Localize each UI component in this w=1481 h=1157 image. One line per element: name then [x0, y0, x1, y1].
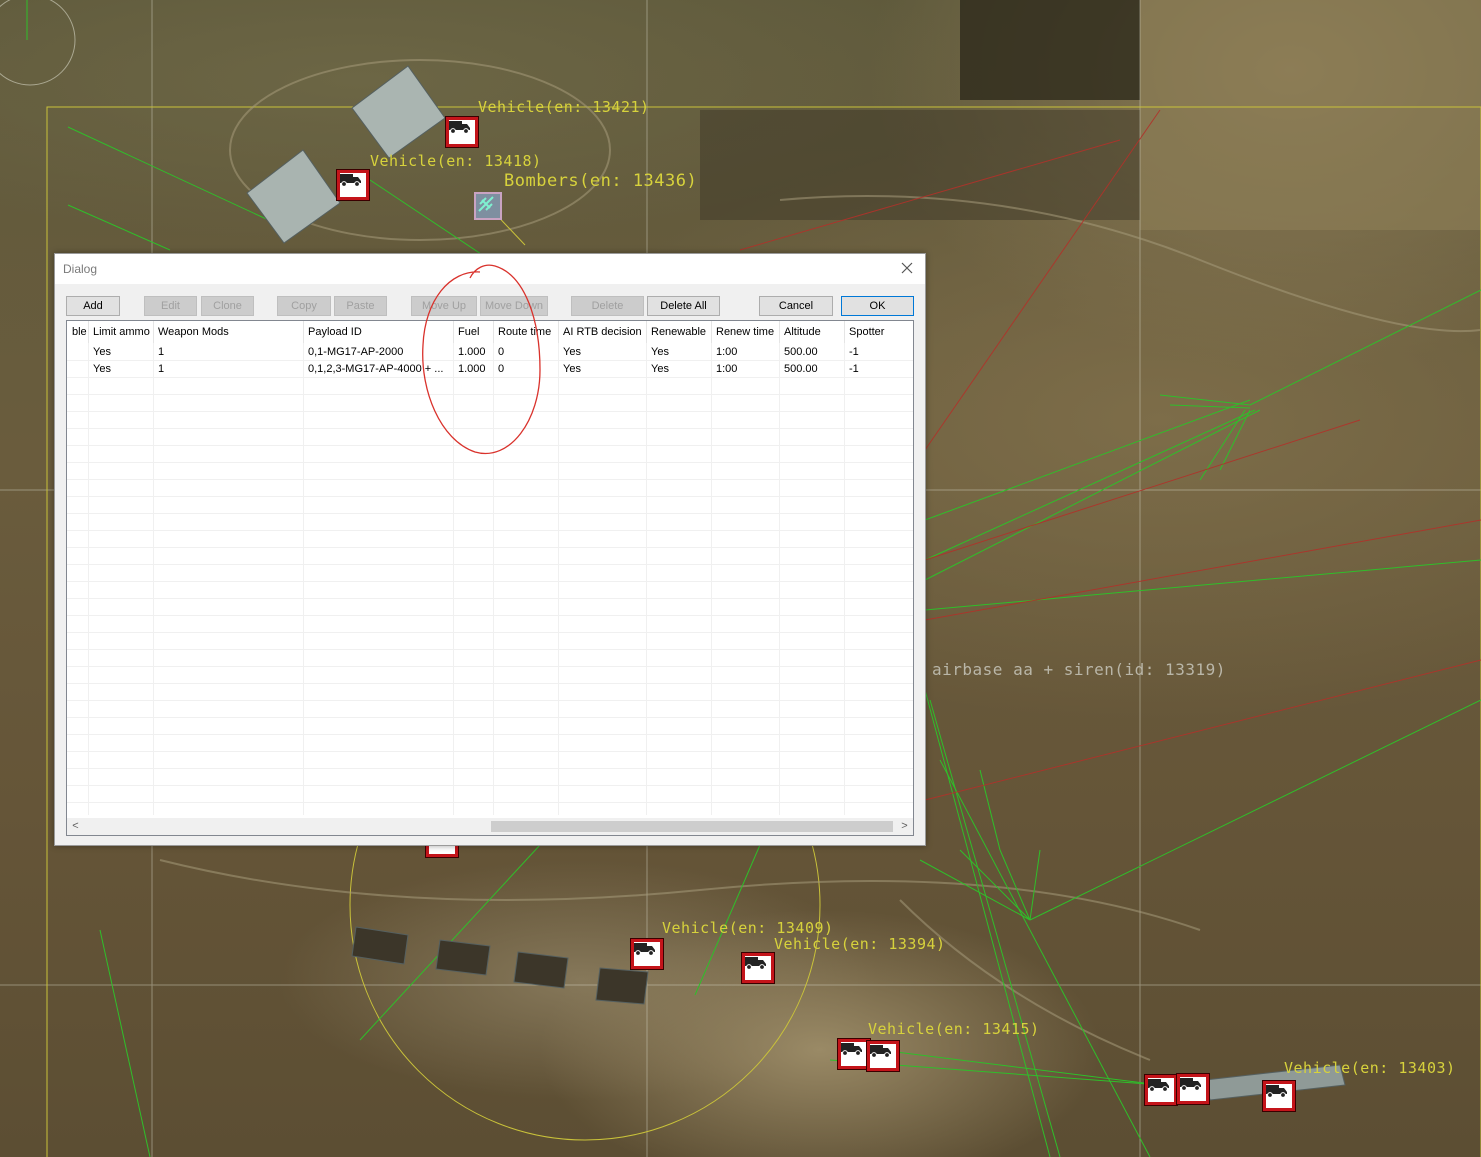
column-header-ble[interactable]: ble [67, 321, 88, 343]
dialog-titlebar[interactable]: Dialog [55, 254, 925, 284]
bomber-unit-icon[interactable] [474, 192, 502, 220]
paste-button[interactable]: Paste [334, 296, 387, 316]
delete-all-button[interactable]: Delete All [647, 296, 720, 316]
vehicle-unit-icon[interactable] [337, 170, 369, 200]
cell-spotter: -1 [849, 363, 859, 375]
dialog-window: Dialog Add Edit Clone Copy Paste Move Up… [54, 253, 926, 846]
scroll-right-arrow-icon[interactable]: > [896, 818, 913, 835]
edit-button[interactable]: Edit [144, 296, 197, 316]
map-label-vehicle-overlap-a: Vehicle(en: 13415) [868, 1020, 1040, 1038]
vehicle-unit-icon[interactable] [631, 939, 663, 969]
cell-payload-id: 0,1-MG17-AP-2000 [308, 346, 404, 358]
column-header-renewable[interactable]: Renewable [646, 321, 711, 343]
copy-button[interactable]: Copy [277, 296, 331, 316]
cell-ai-rtb-decision: Yes [563, 363, 581, 375]
cancel-button[interactable]: Cancel [759, 296, 833, 316]
column-header-weapon-mods[interactable]: Weapon Mods [153, 321, 303, 343]
cell-route-time: 0 [498, 346, 505, 358]
truck-icon [870, 1045, 891, 1058]
data-grid[interactable]: ble Limit ammo Weapon Mods Payload ID Fu… [66, 320, 914, 836]
vehicle-unit-icon[interactable] [742, 953, 774, 983]
truck-icon [1148, 1079, 1169, 1092]
truck-icon [841, 1043, 862, 1056]
truck-icon [1180, 1078, 1201, 1091]
truck-icon [634, 943, 655, 956]
vehicle-unit-icon[interactable] [867, 1041, 899, 1071]
move-down-button[interactable]: Move Down [480, 296, 548, 316]
close-icon [901, 262, 913, 274]
vehicle-unit-icon[interactable] [1263, 1081, 1295, 1111]
vehicle-unit-icon[interactable] [446, 117, 478, 147]
cell-weapon-mods: 1 [158, 363, 165, 375]
cell-altitude: 500.00 [784, 346, 818, 358]
map-label-bombers: Bombers(en: 13436) [504, 171, 698, 191]
clone-button[interactable]: Clone [201, 296, 254, 316]
column-header-limit-ammo[interactable]: Limit ammo [88, 321, 153, 343]
cell-spotter: -1 [849, 346, 859, 358]
add-button[interactable]: Add [66, 296, 120, 316]
map-label-airbase: airbase aa + siren(id: 13319) [932, 660, 1226, 679]
scrollbar-thumb[interactable] [491, 821, 893, 832]
move-up-button[interactable]: Move Up [411, 296, 477, 316]
cell-limit-ammo: Yes [93, 363, 111, 375]
map-label-vehicle-13421: Vehicle(en: 13421) [478, 98, 650, 116]
ok-button[interactable]: OK [841, 296, 914, 316]
column-header-spotter[interactable]: Spotter [844, 321, 913, 343]
map-label-vehicle-overlap-b: Vehicle(en: 13403) [1284, 1059, 1456, 1077]
cell-weapon-mods: 1 [158, 346, 165, 358]
plane-icon [478, 196, 494, 212]
vehicle-unit-icon[interactable] [838, 1039, 870, 1069]
cell-renewable: Yes [651, 363, 669, 375]
column-header-fuel[interactable]: Fuel [453, 321, 493, 343]
cell-fuel: 1.000 [458, 346, 486, 358]
cell-renew-time: 1:00 [716, 363, 738, 375]
column-header-altitude[interactable]: Altitude [779, 321, 844, 343]
vehicle-unit-icon[interactable] [1177, 1074, 1209, 1104]
dialog-title: Dialog [63, 262, 98, 276]
close-button[interactable] [899, 260, 915, 276]
truck-icon [1266, 1085, 1287, 1098]
vehicle-unit-icon[interactable] [1145, 1075, 1177, 1105]
cell-renewable: Yes [651, 346, 669, 358]
truck-icon [745, 957, 766, 970]
cell-renew-time: 1:00 [716, 346, 738, 358]
map-label-vehicle-13394: Vehicle(en: 13394) [774, 935, 946, 953]
truck-icon [449, 121, 470, 134]
cell-limit-ammo: Yes [93, 346, 111, 358]
cell-fuel: 1.000 [458, 363, 486, 375]
column-header-ai-rtb-decision[interactable]: AI RTB decision [558, 321, 646, 343]
scroll-left-arrow-icon[interactable]: < [67, 818, 84, 835]
cell-route-time: 0 [498, 363, 505, 375]
cell-altitude: 500.00 [784, 363, 818, 375]
column-header-payload-id[interactable]: Payload ID [303, 321, 453, 343]
map-label-vehicle-13418: Vehicle(en: 13418) [370, 152, 542, 170]
horizontal-scrollbar[interactable]: < > [67, 818, 913, 835]
truck-icon [340, 174, 361, 187]
column-header-route-time[interactable]: Route time [493, 321, 558, 343]
cell-ai-rtb-decision: Yes [563, 346, 581, 358]
cell-payload-id: 0,1,2,3-MG17-AP-4000 + ... [308, 363, 444, 375]
delete-button[interactable]: Delete [571, 296, 644, 316]
column-header-renew-time[interactable]: Renew time [711, 321, 779, 343]
